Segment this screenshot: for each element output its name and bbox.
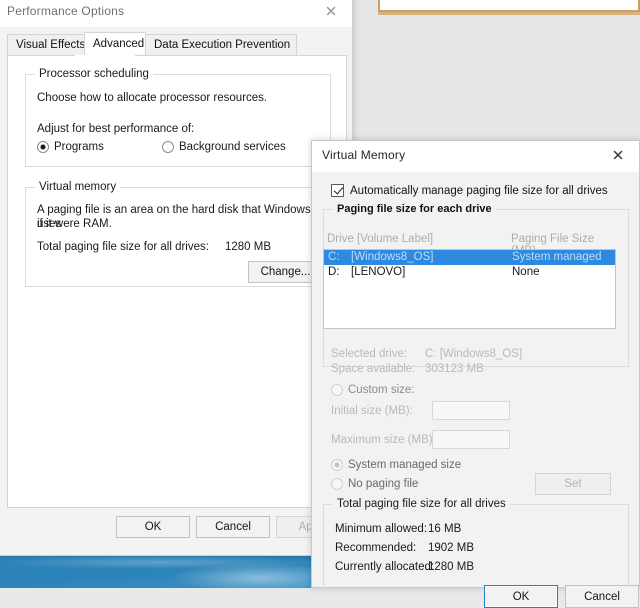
initial-size-label: Initial size (MB): — [331, 405, 413, 417]
virtual-memory-legend: Virtual memory — [35, 181, 121, 193]
table-row[interactable]: C: [Windows8_OS] System managed — [324, 250, 615, 265]
auto-manage-paging-label: Automatically manage paging file size fo… — [350, 184, 608, 197]
set-button[interactable]: Set — [535, 473, 611, 495]
virtual-memory-ok-button[interactable]: OK — [484, 585, 558, 608]
radio-no-paging-file[interactable]: No paging file — [331, 478, 418, 490]
performance-options-close-button[interactable]: ✕ — [310, 0, 352, 26]
table-row[interactable]: D: [LENOVO] None — [324, 265, 615, 280]
radio-system-managed-size-indicator — [331, 459, 343, 471]
advanced-tab-panel: Processor scheduling Choose how to alloc… — [7, 56, 347, 508]
maximum-size-label: Maximum size (MB): — [331, 434, 436, 446]
drive-list-headers: Drive [Volume Label] Paging File Size (M… — [323, 233, 616, 257]
virtual-memory-title: Virtual Memory — [322, 148, 406, 162]
drive-letter: D: — [328, 266, 340, 278]
drive-volume-label: [Windows8_OS] — [351, 251, 434, 263]
virtual-memory-cancel-button[interactable]: Cancel — [565, 585, 639, 608]
recommended-value: 1902 MB — [428, 542, 475, 554]
selected-drive-label: Selected drive: — [331, 348, 408, 360]
performance-options-body: Visual Effects Advanced Data Execution P… — [0, 27, 352, 555]
virtual-memory-close-button[interactable]: ✕ — [597, 141, 639, 170]
radio-custom-size-indicator — [331, 384, 343, 396]
total-paging-file-size-label: Total paging file size for all drives: — [37, 241, 209, 253]
currently-allocated-value: 1280 MB — [428, 561, 475, 573]
recommended-label: Recommended: — [335, 542, 417, 554]
currently-allocated-label: Currently allocated: — [335, 561, 435, 573]
background-window-edge — [378, 12, 640, 15]
header-drive-volume: Drive [Volume Label] — [327, 233, 434, 245]
checkbox-indicator — [331, 184, 344, 197]
tab-advanced[interactable]: Advanced — [84, 32, 146, 55]
drive-paging-size: System managed — [512, 251, 602, 263]
maximum-size-input[interactable] — [432, 430, 510, 449]
radio-programs[interactable]: Programs — [37, 141, 104, 153]
radio-system-managed-size[interactable]: System managed size — [331, 459, 461, 471]
close-icon: ✕ — [611, 146, 625, 164]
radio-background-services-indicator — [162, 141, 174, 153]
performance-ok-button[interactable]: OK — [116, 516, 190, 538]
radio-programs-indicator — [37, 141, 49, 153]
radio-no-paging-file-indicator — [331, 478, 343, 490]
radio-background-services-label: Background services — [179, 141, 286, 153]
radio-system-managed-size-label: System managed size — [348, 459, 462, 471]
active-tab-joint — [75, 55, 135, 57]
processor-scheduling-group: Processor scheduling Choose how to alloc… — [25, 68, 331, 167]
virtual-memory-titlebar[interactable]: Virtual Memory ✕ — [312, 141, 639, 172]
drive-paging-size: None — [512, 266, 540, 278]
radio-background-services[interactable]: Background services — [162, 141, 286, 153]
performance-cancel-button[interactable]: Cancel — [196, 516, 270, 538]
radio-programs-label: Programs — [54, 141, 104, 153]
performance-options-tabstrip: Visual Effects Advanced Data Execution P… — [7, 32, 347, 56]
total-paging-file-size-group: Total paging file size for all drives Mi… — [323, 498, 629, 590]
total-paging-file-size-legend: Total paging file size for all drives — [333, 498, 510, 510]
adjust-for-best-performance-label: Adjust for best performance of: — [37, 123, 195, 135]
background-window[interactable] — [378, 0, 640, 12]
paging-file-size-legend: Paging file size for each drive — [333, 203, 496, 215]
performance-options-title: Performance Options — [7, 4, 125, 18]
auto-manage-paging-checkbox[interactable]: Automatically manage paging file size fo… — [331, 184, 608, 197]
drive-volume-label: [LENOVO] — [351, 266, 406, 278]
radio-no-paging-file-label: No paging file — [348, 478, 419, 490]
drive-list[interactable]: C: [Windows8_OS] System managed D: [LENO… — [323, 249, 616, 329]
tab-visual-effects[interactable]: Visual Effects — [7, 34, 85, 55]
total-paging-file-size-value: 1280 MB — [225, 241, 272, 253]
processor-scheduling-description: Choose how to allocate processor resourc… — [37, 92, 268, 104]
virtual-memory-description-line2: if it were RAM. — [37, 218, 112, 230]
minimum-allowed-value: 16 MB — [428, 523, 462, 535]
performance-options-window: Performance Options ✕ Visual Effects Adv… — [0, 0, 353, 556]
initial-size-input[interactable] — [432, 401, 510, 420]
space-available-value: 303123 MB — [425, 363, 484, 375]
space-available-label: Space available: — [331, 363, 416, 375]
radio-custom-size[interactable]: Custom size: — [331, 384, 414, 396]
minimum-allowed-label: Minimum allowed: — [335, 523, 428, 535]
selected-drive-value: C: [Windows8_OS] — [425, 348, 523, 360]
close-icon: ✕ — [324, 2, 338, 20]
processor-scheduling-legend: Processor scheduling — [35, 68, 153, 80]
radio-custom-size-label: Custom size: — [348, 384, 415, 396]
drive-letter: C: — [328, 251, 340, 263]
performance-options-titlebar[interactable]: Performance Options ✕ — [0, 0, 352, 28]
virtual-memory-window: Virtual Memory ✕ Automatically manage pa… — [311, 140, 640, 608]
tab-data-execution-prevention[interactable]: Data Execution Prevention — [145, 34, 297, 55]
virtual-memory-body: Automatically manage paging file size fo… — [312, 171, 639, 608]
virtual-memory-group: Virtual memory A paging file is an area … — [25, 181, 331, 287]
